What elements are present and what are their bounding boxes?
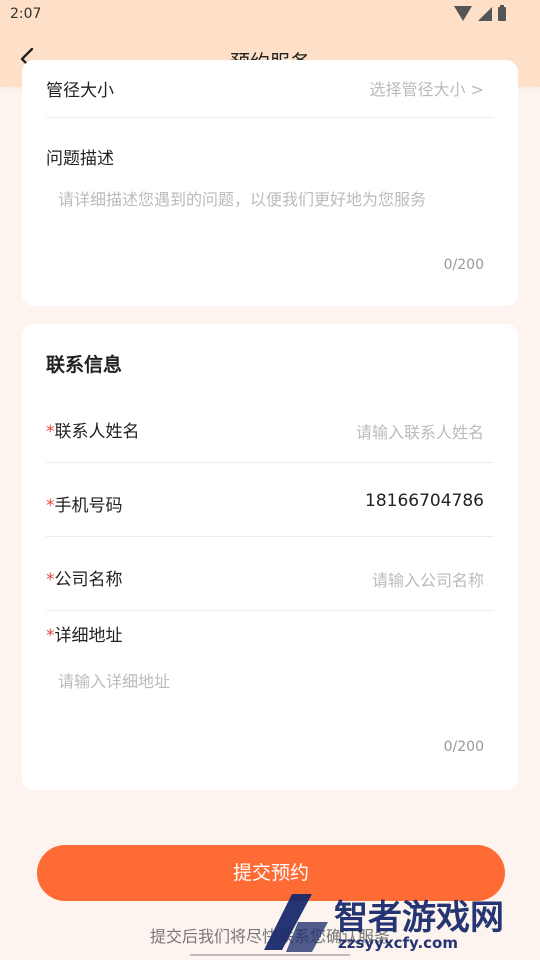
address-label: *详细地址: [46, 621, 123, 646]
watermark: 智者游戏网 zzsyyxcfy.com: [262, 890, 540, 960]
required-mark: *: [46, 626, 55, 646]
status-icons: [454, 4, 506, 21]
divider: [46, 610, 494, 611]
address-counter: 0/200: [443, 739, 484, 755]
problem-card: 管径大小 选择管径大小 > 问题描述 请详细描述您遇到的问题，以便我们更好地为您…: [22, 60, 518, 306]
pipe-size-label: 管径大小: [46, 81, 114, 101]
phone-label-text: 手机号码: [54, 496, 123, 516]
watermark-logo-icon: [264, 894, 328, 952]
pipe-size-select[interactable]: 选择管径大小 >: [370, 76, 485, 100]
signal-icon: [478, 6, 492, 21]
watermark-sub: zzsyyxcfy.com: [338, 934, 458, 952]
company-label: *公司名称: [46, 565, 123, 590]
phone-label: *手机号码: [46, 491, 123, 516]
status-time: 2:07: [10, 6, 42, 22]
address-label-text: 详细地址: [54, 626, 123, 646]
company-input[interactable]: 请输入公司名称: [372, 567, 484, 591]
required-mark: *: [46, 496, 55, 516]
battery-icon: [498, 4, 506, 21]
problem-counter: 0/200: [443, 257, 484, 273]
name-label: *联系人姓名: [46, 417, 140, 442]
status-bar: 2:07: [0, 0, 540, 30]
required-mark: *: [46, 422, 55, 442]
required-mark: *: [46, 570, 55, 590]
problem-input[interactable]: 请详细描述您遇到的问题，以便我们更好地为您服务: [58, 186, 426, 210]
name-label-text: 联系人姓名: [54, 422, 140, 442]
watermark-text: 智者游戏网: [334, 898, 504, 938]
company-label-text: 公司名称: [54, 570, 123, 590]
name-input[interactable]: 请输入联系人姓名: [356, 419, 484, 443]
contact-card: 联系信息 *联系人姓名 请输入联系人姓名 *手机号码 18166704786 *…: [22, 324, 518, 790]
phone-input[interactable]: 18166704786: [365, 491, 484, 511]
address-input[interactable]: 请输入详细地址: [58, 668, 170, 692]
wifi-icon: [454, 6, 472, 21]
divider: [46, 117, 494, 118]
divider: [46, 536, 494, 537]
contact-section-title: 联系信息: [46, 354, 123, 376]
problem-label: 问题描述: [46, 149, 114, 169]
divider: [46, 462, 494, 463]
